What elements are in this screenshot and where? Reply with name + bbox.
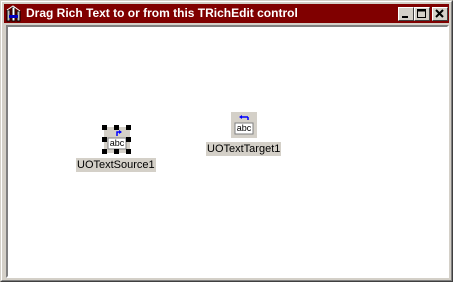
selection-handle[interactable] [114,149,119,154]
window-title: Drag Rich Text to or from this TRichEdit… [26,6,298,20]
close-icon [435,9,444,18]
minimize-button[interactable] [398,7,414,21]
selection-handle[interactable] [126,137,131,142]
title-bar[interactable]: Drag Rich Text to or from this TRichEdit… [4,4,449,23]
main-window: Drag Rich Text to or from this TRichEdit… [0,0,453,282]
selection-handle[interactable] [126,149,131,154]
selection-handle[interactable] [102,137,107,142]
selection-handle[interactable] [114,125,119,130]
text-target-icon[interactable]: abc [231,112,257,138]
maximize-button[interactable] [414,7,430,21]
close-button[interactable] [432,7,448,21]
selection-handle[interactable] [126,125,131,130]
app-icon[interactable] [6,5,24,22]
text-target-icon-text: abc [236,123,252,133]
text-source-icon-text: abc [109,138,125,148]
text-target-label[interactable]: UOTextTarget1 [206,142,282,156]
selection-handle[interactable] [102,149,107,154]
minimize-icon [402,16,408,18]
selection-handle[interactable] [102,125,107,130]
maximize-icon [417,9,426,18]
text-source-label[interactable]: UOTextSource1 [76,158,156,172]
rich-edit-area[interactable]: abc UOTextSource1 abc UOTextTarget1 [6,25,449,278]
